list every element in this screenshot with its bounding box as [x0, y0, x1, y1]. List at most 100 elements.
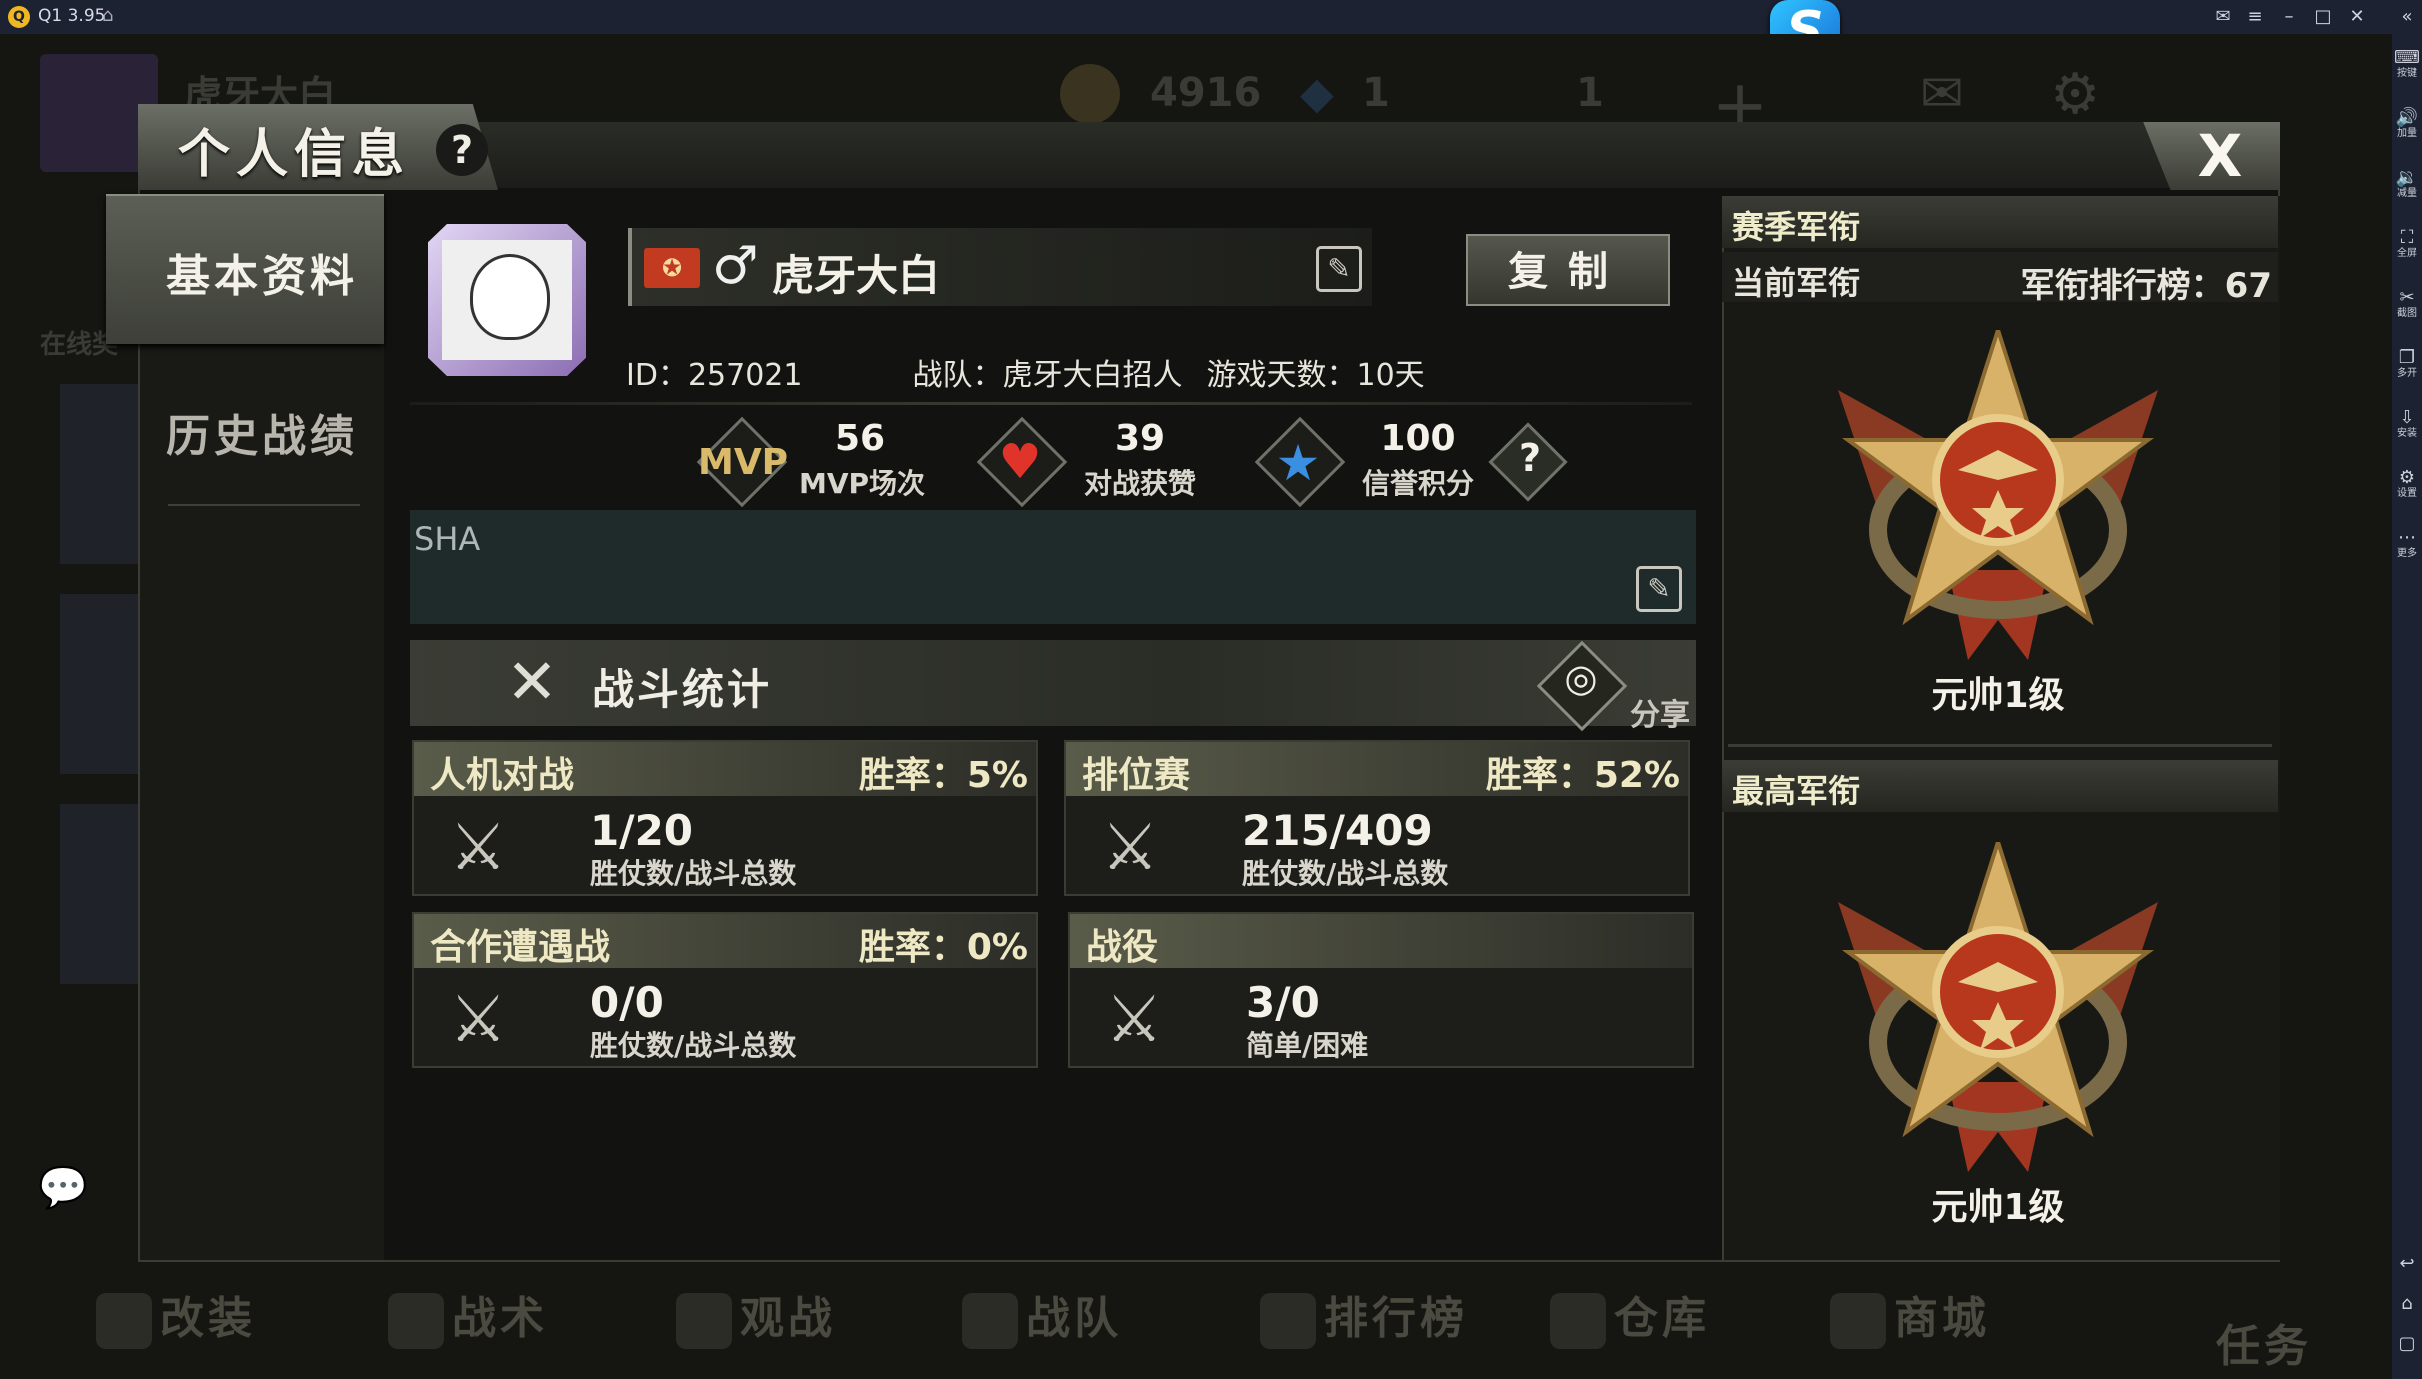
- card-subtitle: 胜仗数/战斗总数: [590, 1029, 797, 1062]
- side-tool-screenshot[interactable]: ✂ 截图: [2392, 288, 2422, 320]
- crossed-swords-icon: ⚔: [449, 811, 507, 885]
- fullscreen-icon: ⛶: [2400, 227, 2414, 248]
- app-logo-icon: Q: [8, 6, 30, 28]
- highest-rank-name: 元帅1级: [1931, 1187, 2065, 1228]
- back-icon[interactable]: ↩: [2392, 1254, 2422, 1274]
- side-tool-more[interactable]: ⋯ 更多: [2392, 528, 2422, 560]
- card-win-rate: 胜率：0%: [858, 927, 1028, 968]
- side-tool-multi-open[interactable]: ❐ 多开: [2392, 348, 2422, 380]
- mvp-icon: MVP: [698, 442, 789, 483]
- volume-down-icon: 🔉: [2395, 167, 2419, 188]
- signature-text: SHA: [414, 520, 481, 558]
- marshal-medal-icon: [1838, 330, 2158, 660]
- crossed-swords-icon: ⚔: [449, 983, 507, 1057]
- bg-settings-icon: ⚙: [2050, 62, 2101, 127]
- rank-divider: [1728, 744, 2272, 747]
- bg-nav-tactics: 战术: [388, 1282, 548, 1349]
- emulator-side-toolbar: ⌨ 按键 🔊 加量 🔉 减量 ⛶ 全屏 ✂ 截图 ❐ 多开 ⇩ 安装 ⚙ 设置 ⋯ 更多 ↩ ⌂ …: [2392, 34, 2422, 1379]
- share-label[interactable]: 分享: [1630, 690, 1690, 734]
- card-subtitle: 胜仗数/战斗总数: [1242, 857, 1449, 890]
- bg-nav-shop: 商城: [1830, 1282, 1990, 1349]
- card-subtitle: 简单/困难: [1246, 1029, 1369, 1062]
- player-days: 游戏天数：10天: [1206, 358, 1425, 393]
- edit-signature-icon[interactable]: ✎: [1636, 566, 1682, 612]
- side-tool-install[interactable]: ⇩ 安装: [2392, 408, 2422, 440]
- crossed-swords-icon: ⚔: [1105, 983, 1163, 1057]
- left-tab-panel: [140, 196, 384, 1260]
- maximize-icon[interactable]: □: [2310, 4, 2336, 30]
- avatar-face-icon: [470, 254, 550, 340]
- multi-open-icon: ❐: [2398, 347, 2416, 368]
- bg-left-card-3: [60, 804, 150, 984]
- player-name: 虎牙大白: [772, 251, 941, 300]
- card-title: 排位赛: [1082, 755, 1191, 796]
- bg-diamond-icon: ◆: [1300, 68, 1334, 119]
- battle-stats-title: 战斗统计: [592, 665, 773, 714]
- card-title: 战役: [1086, 927, 1159, 968]
- side-tool-settings[interactable]: ⚙ 设置: [2392, 468, 2422, 500]
- card-header: [1070, 914, 1692, 968]
- card-value: 3/0: [1246, 978, 1320, 1027]
- mvp-count: 56: [834, 418, 886, 459]
- stat-card-ranked: 排位赛 胜率：52% ⚔ 215/409 胜仗数/战斗总数: [1064, 740, 1690, 896]
- credit-score: 100: [1380, 418, 1456, 459]
- gamepad-icon[interactable]: ⌂: [102, 5, 113, 26]
- credit-label: 信誉积分: [1361, 467, 1474, 500]
- bg-chat-icon: 💬: [38, 1165, 88, 1211]
- card-win-rate: 胜率：5%: [858, 755, 1028, 796]
- star-icon: ★: [1275, 434, 1321, 492]
- side-tool-volume-down[interactable]: 🔉 减量: [2392, 168, 2422, 200]
- likes-label: 对战获赞: [1083, 467, 1196, 500]
- season-rank-title: 赛季军衔: [1732, 208, 1861, 246]
- profile-divider: [410, 402, 1692, 405]
- bg-mail-icon: ✉: [1920, 64, 1964, 124]
- stat-card-pve: 人机对战 胜率：5% ⚔ 1/20 胜仗数/战斗总数: [412, 740, 1038, 896]
- mvp-label: MVP场次: [798, 467, 926, 500]
- bg-nav-leaderboard: 排行榜: [1260, 1282, 1468, 1349]
- more-icon: ⋯: [2398, 527, 2416, 548]
- stat-card-coop: 合作遭遇战 胜率：0% ⚔ 0/0 胜仗数/战斗总数: [412, 912, 1038, 1068]
- emulator-title-bar: Q Q1 3.95 ⌂ ✉ ≡ – □ ✕ «: [0, 0, 2422, 34]
- bg-left-card-2: [60, 594, 150, 774]
- current-rank-label: 当前军衔: [1732, 264, 1861, 302]
- bg-nav-tasks: 任务: [2216, 1321, 2312, 1372]
- menu-icon[interactable]: ≡: [2242, 4, 2268, 30]
- collapse-sidebar-icon[interactable]: «: [2392, 4, 2422, 30]
- keyboard-icon: ⌨: [2394, 47, 2420, 68]
- likes-count: 39: [1114, 418, 1166, 459]
- copy-button[interactable]: 复制: [1466, 234, 1670, 306]
- player-team: 战队：虎牙大白招人: [912, 358, 1183, 393]
- minimize-icon[interactable]: –: [2276, 4, 2302, 30]
- crossed-rifles-icon: ✕: [506, 645, 558, 718]
- bg-nav-mod: 改装: [96, 1282, 256, 1349]
- side-tool-keyboard[interactable]: ⌨ 按键: [2392, 48, 2422, 80]
- home-icon[interactable]: ⌂: [2392, 1294, 2422, 1314]
- rank-leaderboard-position: 军衔排行榜：67: [2020, 266, 2272, 306]
- tab-history-record[interactable]: 历史战绩: [166, 400, 358, 464]
- male-gender-icon: ♂: [712, 236, 759, 296]
- stat-card-campaign: 战役 ⚔ 3/0 简单/困难: [1068, 912, 1694, 1068]
- bg-diamonds: 1: [1362, 70, 1390, 116]
- recent-apps-icon[interactable]: ▢: [2392, 1334, 2422, 1354]
- bg-cards: 1: [1576, 70, 1604, 116]
- bg-coin-icon: [1060, 64, 1120, 124]
- dialog-title: 个人信息: [178, 125, 411, 185]
- marshal-medal-highest-icon: [1838, 842, 2158, 1172]
- app-title: Q1 3.95: [38, 6, 106, 26]
- highest-rank-title: 最高军衔: [1732, 772, 1861, 810]
- card-win-rate: 胜率：52%: [1485, 755, 1680, 796]
- edit-name-icon[interactable]: ✎: [1316, 246, 1362, 292]
- bg-nav-team: 战队: [962, 1282, 1122, 1349]
- dialog-help-icon[interactable]: ?: [436, 124, 488, 176]
- side-tool-fullscreen[interactable]: ⛶ 全屏: [2392, 228, 2422, 260]
- signature-box[interactable]: [410, 510, 1696, 624]
- tab-basic-info-label: 基本资料: [166, 251, 358, 302]
- current-rank-name: 元帅1级: [1931, 675, 2065, 716]
- install-icon: ⇩: [2399, 407, 2415, 428]
- close-window-icon[interactable]: ✕: [2344, 4, 2370, 30]
- side-tool-volume-up[interactable]: 🔊 加量: [2392, 108, 2422, 140]
- stat-help-icon: ?: [1518, 436, 1542, 480]
- settings-icon: ⚙: [2398, 467, 2416, 488]
- mail-icon[interactable]: ✉: [2210, 4, 2236, 30]
- close-button[interactable]: X: [2190, 126, 2250, 186]
